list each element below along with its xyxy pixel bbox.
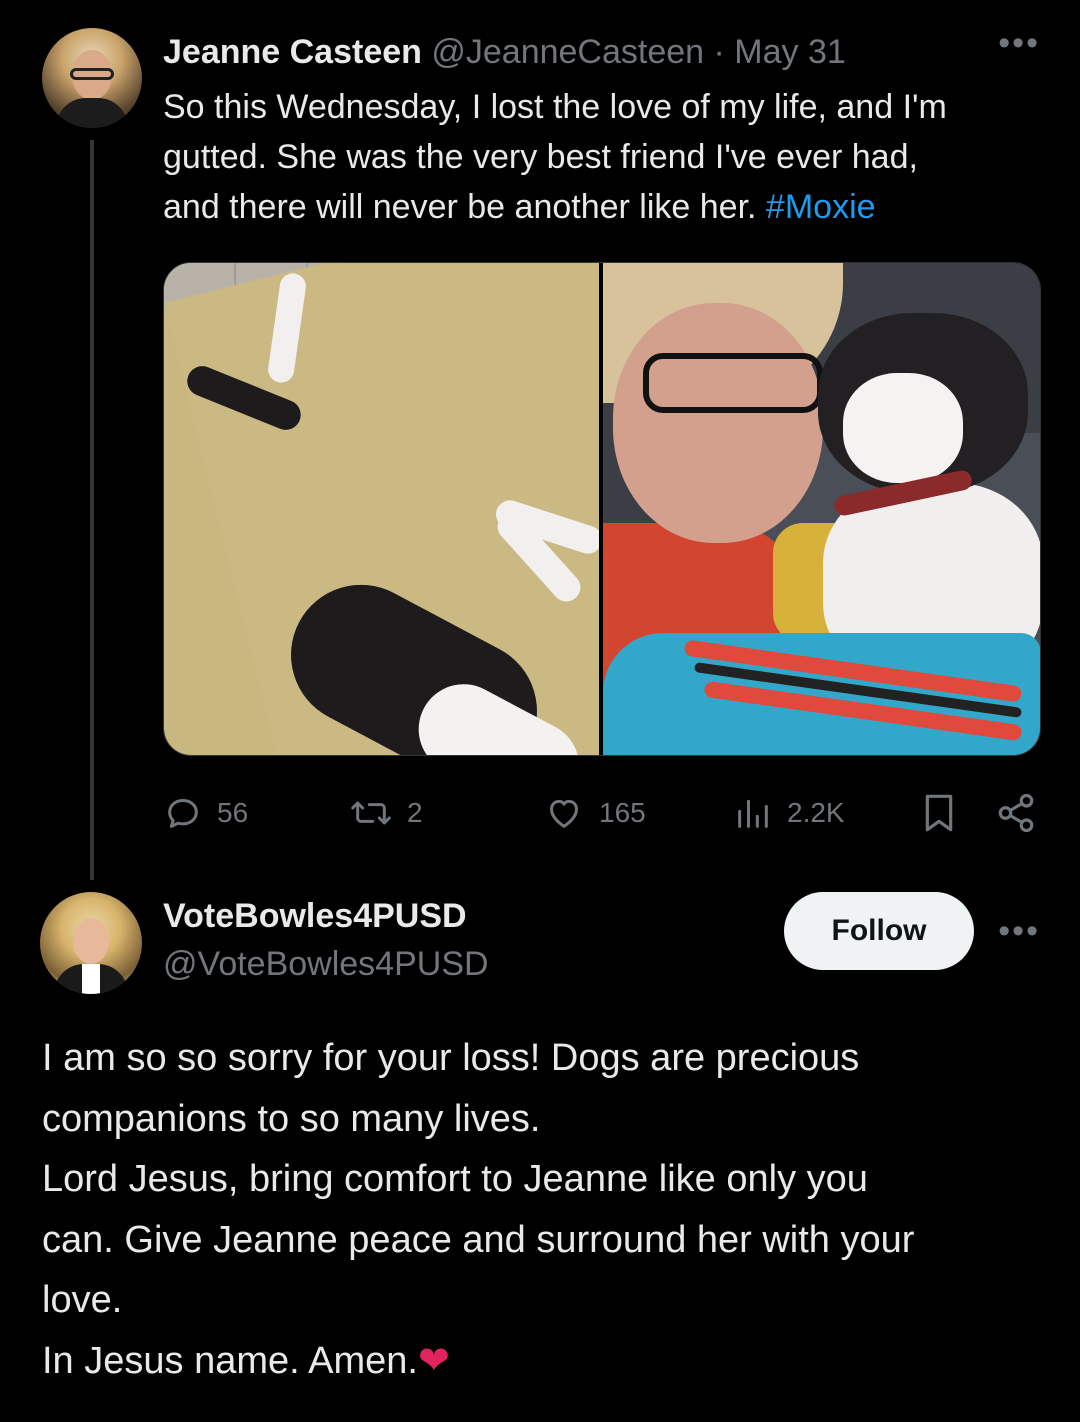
share-button[interactable] (995, 788, 1037, 838)
views-icon (738, 799, 768, 828)
tweet-text-line-part: and there will never be another like her… (163, 188, 766, 226)
retweet-icon (351, 801, 391, 825)
tweet-text-line: and there will never be another like her… (163, 182, 1043, 232)
heart-emoji: ❤ (417, 1339, 450, 1382)
tweet-date[interactable]: May 31 (734, 33, 846, 71)
header-separator: · (713, 33, 725, 71)
author-name[interactable]: Jeanne Casteen (163, 33, 422, 71)
like-button[interactable]: 165 (543, 788, 646, 838)
reply-text-line: companions to so many lives. (42, 1097, 541, 1140)
reply-text: I am so so sorry for your loss! Dogs are… (42, 1028, 1042, 1391)
media-grid (163, 262, 1041, 756)
reply-count: 56 (217, 797, 249, 828)
reply-text-line-part: In Jesus name. Amen. (42, 1339, 418, 1382)
more-icon[interactable]: ••• (998, 24, 1040, 63)
views-button[interactable]: 2.2K (733, 788, 845, 838)
tweet-actions: 56 2 165 2.2K (163, 788, 1043, 838)
reply-text-line: In Jesus name. Amen.❤ (42, 1331, 1042, 1392)
hashtag-link[interactable]: #Moxie (766, 188, 876, 226)
bookmark-icon (925, 794, 953, 832)
bookmark-button[interactable] (919, 788, 959, 838)
retweet-count: 2 (407, 797, 423, 828)
share-icon (998, 793, 1034, 833)
reply-button[interactable]: 56 (163, 788, 248, 838)
reply-text-line: I am so so sorry for your loss! Dogs are… (42, 1037, 860, 1079)
photo-dog-on-rug[interactable] (164, 263, 599, 755)
follow-button[interactable]: Follow (784, 892, 974, 970)
reply-icon (168, 799, 198, 828)
tweet-text-line: So this Wednesday, I lost the love of my… (163, 88, 947, 126)
retweet-button[interactable]: 2 (349, 788, 423, 838)
views-count: 2.2K (787, 797, 845, 828)
like-icon (550, 799, 578, 828)
reply-text-line: can. Give Jeanne peace and surround her … (42, 1218, 915, 1261)
reply-author-name[interactable]: VoteBowles4PUSD (163, 896, 467, 936)
author-handle[interactable]: @JeanneCasteen (431, 33, 704, 71)
like-count: 165 (599, 797, 646, 828)
thread-line (90, 140, 94, 880)
tweet-text: So this Wednesday, I lost the love of my… (163, 82, 1043, 232)
avatar-votebowles[interactable] (40, 892, 142, 994)
tweet-thread: Jeanne Casteen @JeanneCasteen · May 31 •… (0, 0, 1080, 1422)
tweet-text-line: gutted. She was the very best friend I'v… (163, 138, 918, 176)
reply-text-line: love. (42, 1279, 123, 1321)
more-icon[interactable]: ••• (998, 912, 1040, 951)
reply-author-handle[interactable]: @VoteBowles4PUSD (163, 944, 489, 984)
photo-woman-with-dog[interactable] (603, 263, 1040, 755)
reply-text-line: Lord Jesus, bring comfort to Jeanne like… (42, 1158, 868, 1200)
avatar-jeanne[interactable] (42, 28, 142, 128)
tweet-header: Jeanne Casteen @JeanneCasteen · May 31 (163, 30, 846, 74)
